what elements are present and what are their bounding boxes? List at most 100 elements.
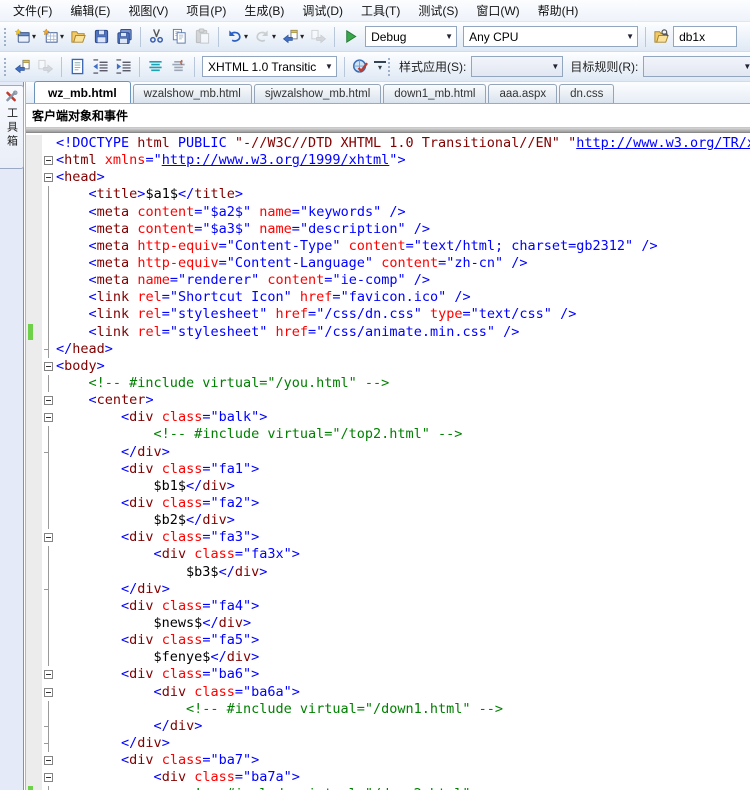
chevron-down-icon[interactable]: ▼ (322, 62, 336, 71)
code-text[interactable]: <div class="fa5"> (56, 632, 750, 649)
code-text[interactable]: <meta content="$a2$" name="keywords" /> (56, 204, 750, 221)
code-text[interactable]: <body> (56, 358, 750, 375)
menu-help[interactable]: 帮助(H) (529, 0, 588, 22)
code-text[interactable]: <link rel="stylesheet" href="/css/dn.css… (56, 306, 750, 323)
tab-down1-mb-html[interactable]: down1_mb.html (383, 84, 486, 103)
code-text[interactable]: <div class="fa1"> (56, 461, 750, 478)
code-text[interactable]: $news$</div> (56, 615, 750, 632)
tab-wzalshow-mb-html[interactable]: wzalshow_mb.html (133, 84, 252, 103)
menu-view[interactable]: 视图(V) (119, 0, 177, 22)
menu-window[interactable]: 窗口(W) (467, 0, 528, 22)
chevron-down-icon[interactable]: ▼ (623, 32, 637, 41)
fold-collapse-box[interactable] (42, 152, 56, 169)
solution-configurations-combo[interactable]: Debug▼ (365, 26, 457, 47)
copy-icon[interactable] (168, 26, 191, 48)
cut-icon[interactable] (145, 26, 168, 48)
code-text[interactable]: </div> (56, 444, 750, 461)
code-text[interactable]: <!-- #include virtual="/you.html" --> (56, 375, 750, 392)
chevron-down-icon[interactable]: ▼ (548, 62, 562, 71)
find-in-files-icon[interactable] (650, 26, 673, 48)
navigate-forward-icon[interactable] (34, 56, 57, 78)
fold-collapse-box[interactable] (42, 529, 56, 546)
code-text[interactable]: <div class="fa4"> (56, 598, 750, 615)
menu-edit[interactable]: 编辑(E) (61, 0, 119, 22)
code-text[interactable]: </div> (56, 735, 750, 752)
fold-collapse-box[interactable] (42, 666, 56, 683)
toolbox-tab[interactable]: 工具箱 (0, 85, 24, 169)
code-text[interactable]: <div class="ba7"> (56, 752, 750, 769)
undo-icon[interactable] (223, 26, 246, 48)
fold-collapse-box[interactable] (42, 769, 56, 786)
code-text[interactable]: $b1$</div> (56, 478, 750, 495)
code-text[interactable]: <html xmlns="http://www.w3.org/1999/xhtm… (56, 152, 750, 169)
chevron-down-icon[interactable]: ▼ (740, 62, 750, 71)
add-item-icon-dropdown[interactable]: ▾ (60, 32, 64, 41)
code-text[interactable]: <link rel="Shortcut Icon" href="favicon.… (56, 289, 750, 306)
code-text[interactable]: <div class="ba7a"> (56, 769, 750, 786)
open-file-icon[interactable] (67, 26, 90, 48)
toolbar-grip[interactable] (4, 28, 7, 46)
tab-dn-css[interactable]: dn.css (559, 84, 614, 103)
solution-platforms-combo[interactable]: Any CPU▼ (463, 26, 638, 47)
style-apply-combo[interactable]: ▼ (471, 56, 563, 77)
code-text[interactable]: <center> (56, 392, 750, 409)
code-text[interactable]: </head> (56, 341, 750, 358)
find-box[interactable] (673, 26, 737, 47)
code-text[interactable]: $b2$</div> (56, 512, 750, 529)
document-outline-icon[interactable] (66, 56, 89, 78)
menu-file[interactable]: 文件(F) (4, 0, 61, 22)
navigate-forward-icon[interactable] (307, 26, 330, 48)
code-text[interactable]: $fenye$</div> (56, 649, 750, 666)
fold-collapse-box[interactable] (42, 409, 56, 426)
toolbar-options-icon[interactable]: ▾ (374, 61, 386, 72)
tab-aaa-aspx[interactable]: aaa.aspx (488, 84, 557, 103)
menu-tools[interactable]: 工具(T) (352, 0, 409, 22)
code-text[interactable]: <div class="fa3"> (56, 529, 750, 546)
code-text[interactable]: <!-- #include virtual="/top2.html" --> (56, 426, 750, 443)
fold-collapse-box[interactable] (42, 752, 56, 769)
code-text[interactable]: <div class="ba6"> (56, 666, 750, 683)
tab-sjwzalshow-mb-html[interactable]: sjwzalshow_mb.html (254, 84, 381, 103)
target-rule-combo[interactable]: ▼ (643, 56, 750, 77)
toolbar-grip[interactable] (388, 58, 391, 76)
save-all-icon[interactable] (113, 26, 136, 48)
code-text[interactable]: <head> (56, 169, 750, 186)
navigate-backward-icon-dropdown[interactable]: ▾ (300, 32, 304, 41)
redo-icon[interactable] (251, 26, 274, 48)
code-text[interactable]: </div> (56, 718, 750, 735)
fold-collapse-box[interactable] (42, 392, 56, 409)
add-item-icon[interactable] (39, 26, 62, 48)
code-text[interactable]: $b3$</div> (56, 564, 750, 581)
menu-project[interactable]: 项目(P) (177, 0, 235, 22)
chevron-down-icon[interactable]: ▼ (442, 32, 456, 41)
increase-indent-icon[interactable] (112, 56, 135, 78)
menu-test[interactable]: 测试(S) (409, 0, 467, 22)
new-project-icon-dropdown[interactable]: ▾ (32, 32, 36, 41)
code-text[interactable]: <meta name="renderer" content="ie-comp" … (56, 272, 750, 289)
code-text[interactable]: <link rel="stylesheet" href="/css/animat… (56, 324, 750, 341)
code-editor[interactable]: <!DOCTYPE html PUBLIC "-//W3C//DTD XHTML… (26, 133, 750, 790)
fold-collapse-box[interactable] (42, 169, 56, 186)
tab-wz-mb-html[interactable]: wz_mb.html (34, 81, 131, 103)
fold-collapse-box[interactable] (42, 684, 56, 701)
navigate-backward-icon[interactable] (11, 56, 34, 78)
check-page-validity-icon[interactable] (349, 56, 372, 78)
fold-collapse-box[interactable] (42, 358, 56, 375)
format-document-icon[interactable] (144, 56, 167, 78)
format-selection-icon[interactable] (167, 56, 190, 78)
code-text[interactable]: <div class="fa2"> (56, 495, 750, 512)
paste-icon[interactable] (191, 26, 214, 48)
client-objects-bar[interactable]: 客户端对象和事件 (26, 104, 750, 128)
toolbar-grip[interactable] (4, 58, 7, 76)
code-text[interactable]: <meta http-equiv="Content-Type" content=… (56, 238, 750, 255)
start-debugging-icon[interactable] (339, 26, 362, 48)
code-text[interactable]: <!DOCTYPE html PUBLIC "-//W3C//DTD XHTML… (56, 135, 750, 152)
code-text[interactable]: <!-- #include virtual="/down1.html" --> (56, 701, 750, 718)
navigate-backward-icon[interactable] (279, 26, 302, 48)
code-text[interactable]: <title>$a1$</title> (56, 186, 750, 203)
save-icon[interactable] (90, 26, 113, 48)
menu-debug[interactable]: 调试(D) (293, 0, 352, 22)
schema-validation-combo[interactable]: XHTML 1.0 Transitic▼ (202, 56, 337, 77)
decrease-indent-icon[interactable] (89, 56, 112, 78)
undo-icon-dropdown[interactable]: ▾ (244, 32, 248, 41)
